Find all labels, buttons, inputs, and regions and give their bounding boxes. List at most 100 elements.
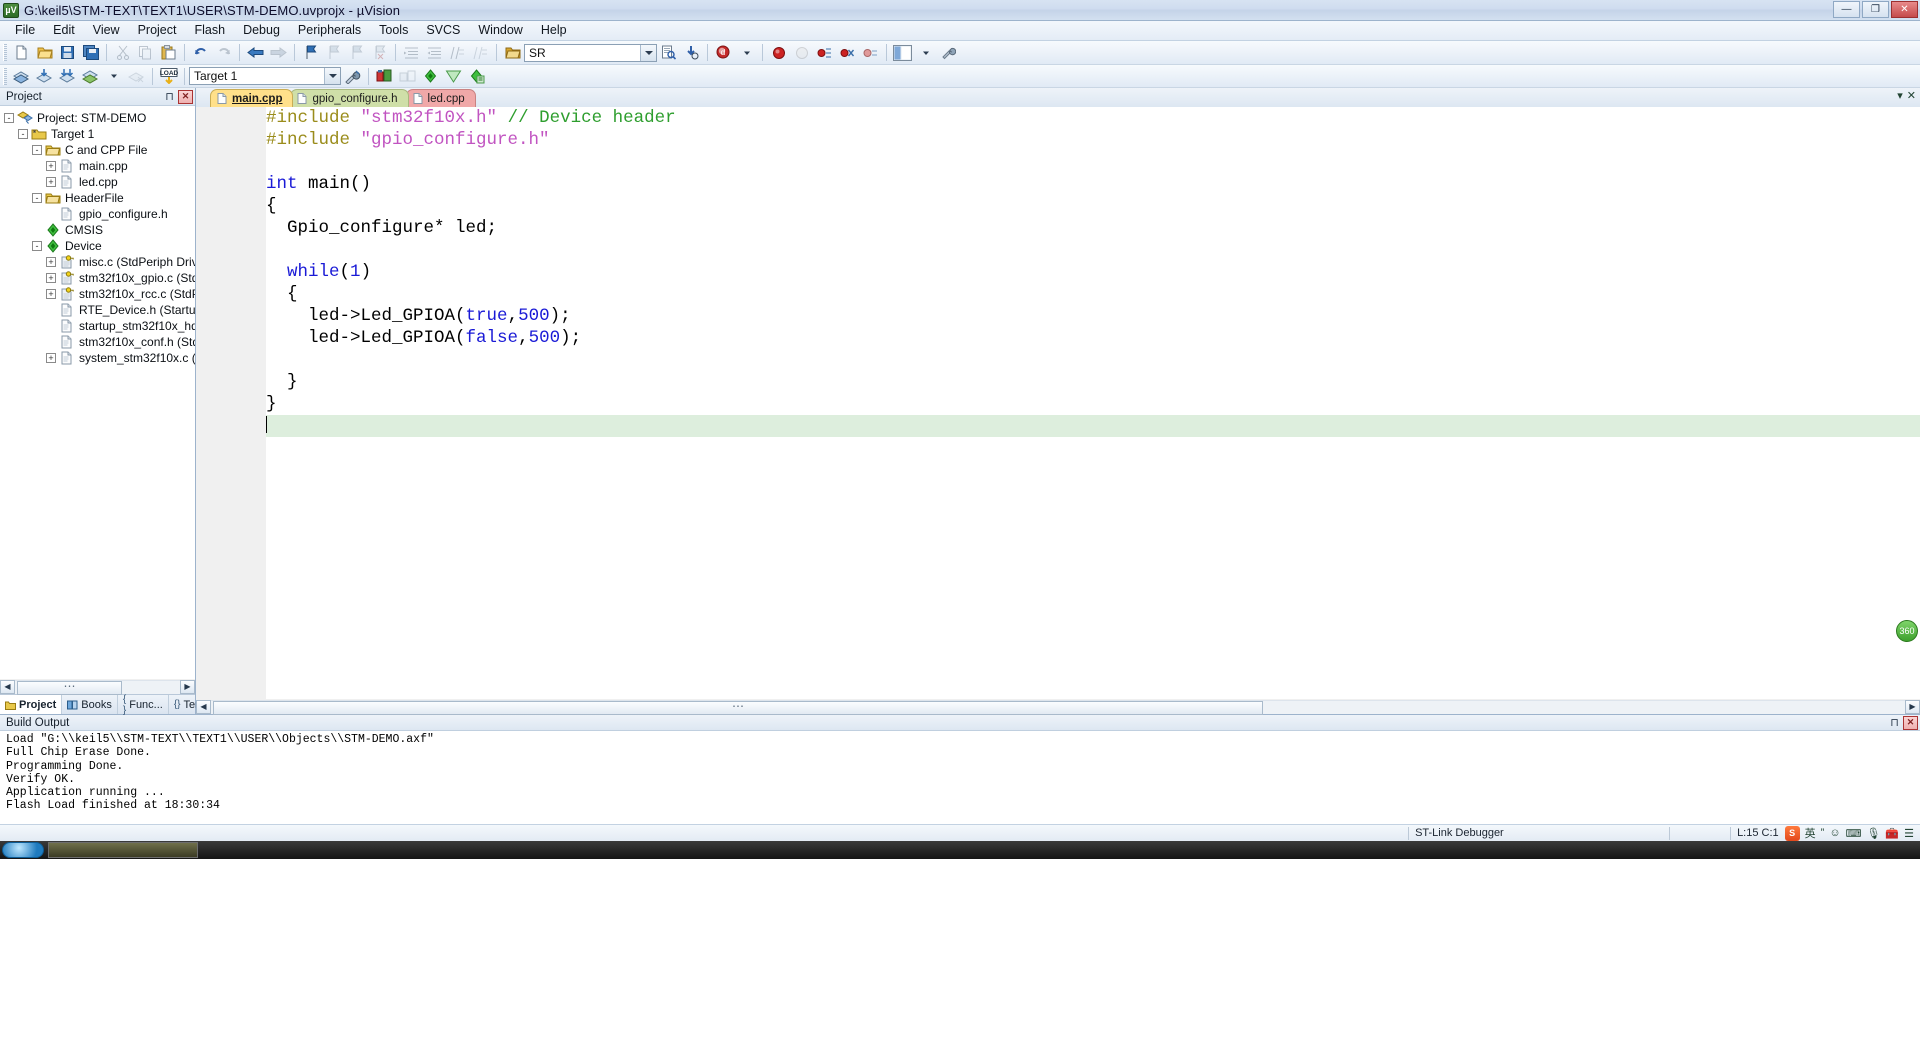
- find-combo[interactable]: SR: [524, 43, 657, 62]
- code-line[interactable]: 1#include "stm32f10x.h" // Device header: [266, 107, 1920, 129]
- menu-file[interactable]: File: [6, 21, 44, 40]
- tree-item-project[interactable]: - Project: STM-DEMO: [0, 110, 195, 126]
- tree-item-device[interactable]: - Device: [0, 238, 195, 254]
- expander-icon[interactable]: -: [18, 129, 28, 139]
- scroll-thumb[interactable]: [213, 700, 1263, 715]
- redo-icon[interactable]: [213, 43, 234, 63]
- code-line[interactable]: 15: [266, 415, 1920, 437]
- scroll-left-icon[interactable]: ◀: [0, 679, 15, 694]
- save-icon[interactable]: [57, 43, 78, 63]
- menu-window[interactable]: Window: [469, 21, 531, 40]
- source-code[interactable]: 1#include "stm32f10x.h" // Device header…: [266, 107, 1920, 437]
- navigate-forward-icon[interactable]: [268, 43, 289, 63]
- navigate-back-icon[interactable]: [245, 43, 266, 63]
- translate-icon[interactable]: [11, 66, 32, 86]
- tree-item-headerfile[interactable]: - HeaderFile: [0, 190, 195, 206]
- manage-components-icon[interactable]: [374, 66, 395, 86]
- menu-project[interactable]: Project: [129, 21, 186, 40]
- code-line[interactable]: 8 while(1): [266, 261, 1920, 283]
- tab-close-icon[interactable]: ✕: [1907, 89, 1916, 102]
- editor-tab-led-cpp[interactable]: led.cpp: [405, 89, 476, 107]
- debug-session-icon[interactable]: d: [713, 43, 734, 63]
- open-file-icon[interactable]: [34, 43, 55, 63]
- code-surface[interactable]: 1#include "stm32f10x.h" // Device header…: [266, 107, 1920, 699]
- menu-help[interactable]: Help: [532, 21, 576, 40]
- start-button[interactable]: [2, 842, 44, 858]
- paste-icon[interactable]: [158, 43, 179, 63]
- menu-svcs[interactable]: SVCS: [417, 21, 469, 40]
- manage-rte-icon[interactable]: [420, 66, 441, 86]
- editor-hscrollbar[interactable]: ◀ ▶: [196, 699, 1920, 715]
- batch-build-icon[interactable]: [80, 66, 101, 86]
- bookmark-prev-icon[interactable]: [323, 43, 344, 63]
- menu-icon[interactable]: ☰: [1904, 827, 1914, 840]
- tab-books[interactable]: Books: [62, 695, 118, 714]
- tab-project[interactable]: Project: [0, 695, 63, 714]
- tree-item-stm32f10x-gpio-c[interactable]: + stm32f10x_gpio.c (StdPer: [0, 270, 195, 286]
- expander-icon[interactable]: +: [46, 257, 56, 267]
- tree-item-startup-stm32f10x-hd-s[interactable]: startup_stm32f10x_hd.s (: [0, 318, 195, 334]
- pin-icon[interactable]: ⊓: [162, 90, 177, 104]
- expander-icon[interactable]: +: [46, 177, 56, 187]
- expander-icon[interactable]: +: [46, 353, 56, 363]
- configure-icon[interactable]: [938, 43, 959, 63]
- menu-debug[interactable]: Debug: [234, 21, 289, 40]
- quote-icon[interactable]: ”: [1821, 827, 1825, 839]
- menu-peripherals[interactable]: Peripherals: [289, 21, 370, 40]
- tree-item-cmsis[interactable]: CMSIS: [0, 222, 195, 238]
- tree-item-target[interactable]: - Target 1: [0, 126, 195, 142]
- stop-record-icon[interactable]: [768, 43, 789, 63]
- code-line[interactable]: 3: [266, 151, 1920, 173]
- expander-icon[interactable]: +: [46, 289, 56, 299]
- cut-icon[interactable]: [112, 43, 133, 63]
- close-icon[interactable]: ✕: [1903, 715, 1918, 730]
- layout-dropdown-icon[interactable]: [915, 43, 936, 63]
- code-line[interactable]: 5{: [266, 195, 1920, 217]
- menu-flash[interactable]: Flash: [185, 21, 234, 40]
- project-tree-hscrollbar[interactable]: ◀ ▶: [0, 679, 195, 695]
- tree-item-stm32f10x-conf-h[interactable]: stm32f10x_conf.h (StdPe: [0, 334, 195, 350]
- tree-item-led-cpp[interactable]: + led.cpp: [0, 174, 195, 190]
- expander-icon[interactable]: +: [46, 161, 56, 171]
- menu-view[interactable]: View: [84, 21, 129, 40]
- save-all-icon[interactable]: [80, 43, 101, 63]
- scroll-right-icon[interactable]: ▶: [1905, 699, 1920, 714]
- floating-360-badge[interactable]: 360: [1896, 620, 1918, 642]
- editor-tab-gpio-configure-h[interactable]: gpio_configure.h: [290, 89, 409, 107]
- stop-build-icon[interactable]: [126, 66, 147, 86]
- rebuild-icon[interactable]: [57, 66, 78, 86]
- close-button[interactable]: ✕: [1891, 1, 1918, 18]
- expander-icon[interactable]: -: [4, 113, 14, 123]
- scroll-thumb[interactable]: [17, 680, 122, 695]
- code-line[interactable]: 13 }: [266, 371, 1920, 393]
- incremental-find-icon[interactable]: [681, 43, 702, 63]
- target-combo[interactable]: Target 1: [189, 67, 341, 85]
- sogou-ime-icon[interactable]: S: [1784, 825, 1800, 841]
- scroll-track[interactable]: [211, 699, 1905, 715]
- copy-icon[interactable]: [135, 43, 156, 63]
- code-line[interactable]: 11 led->Led_GPIOA(false,500);: [266, 327, 1920, 349]
- tree-item-c-and-cpp-file[interactable]: - C and CPP File: [0, 142, 195, 158]
- mic-icon[interactable]: 🎙: [1866, 827, 1880, 840]
- build-output-text[interactable]: Load "G:\\keil5\\STM-TEXT\\TEXT1\\USER\\…: [0, 731, 1920, 824]
- target-options-icon[interactable]: [342, 66, 363, 86]
- taskbar-item[interactable]: [48, 842, 198, 858]
- editor-tab-main-cpp[interactable]: main.cpp: [210, 89, 294, 107]
- pin-icon[interactable]: ⊓: [1887, 716, 1902, 730]
- tree-item-rte-device-h[interactable]: RTE_Device.h (Startup): [0, 302, 195, 318]
- batch-build-dropdown-icon[interactable]: [103, 66, 124, 86]
- expander-icon[interactable]: -: [32, 145, 42, 155]
- bookmark-clear-icon[interactable]: [369, 43, 390, 63]
- code-line[interactable]: 2#include "gpio_configure.h": [266, 129, 1920, 151]
- code-line[interactable]: 9 {: [266, 283, 1920, 305]
- tree-item-misc-c[interactable]: + misc.c (StdPeriph Drivers: [0, 254, 195, 270]
- tree-item-gpio-configure-h[interactable]: gpio_configure.h: [0, 206, 195, 222]
- comment-icon[interactable]: [447, 43, 468, 63]
- bookmark-toggle-icon[interactable]: [300, 43, 321, 63]
- pack-installer-icon[interactable]: [397, 66, 418, 86]
- code-line[interactable]: 10 led->Led_GPIOA(true,500);: [266, 305, 1920, 327]
- disable-breakpoints-icon[interactable]: [860, 43, 881, 63]
- chevron-down-icon[interactable]: [640, 44, 656, 61]
- minimize-button[interactable]: —: [1833, 1, 1860, 18]
- code-line[interactable]: 6 Gpio_configure* led;: [266, 217, 1920, 239]
